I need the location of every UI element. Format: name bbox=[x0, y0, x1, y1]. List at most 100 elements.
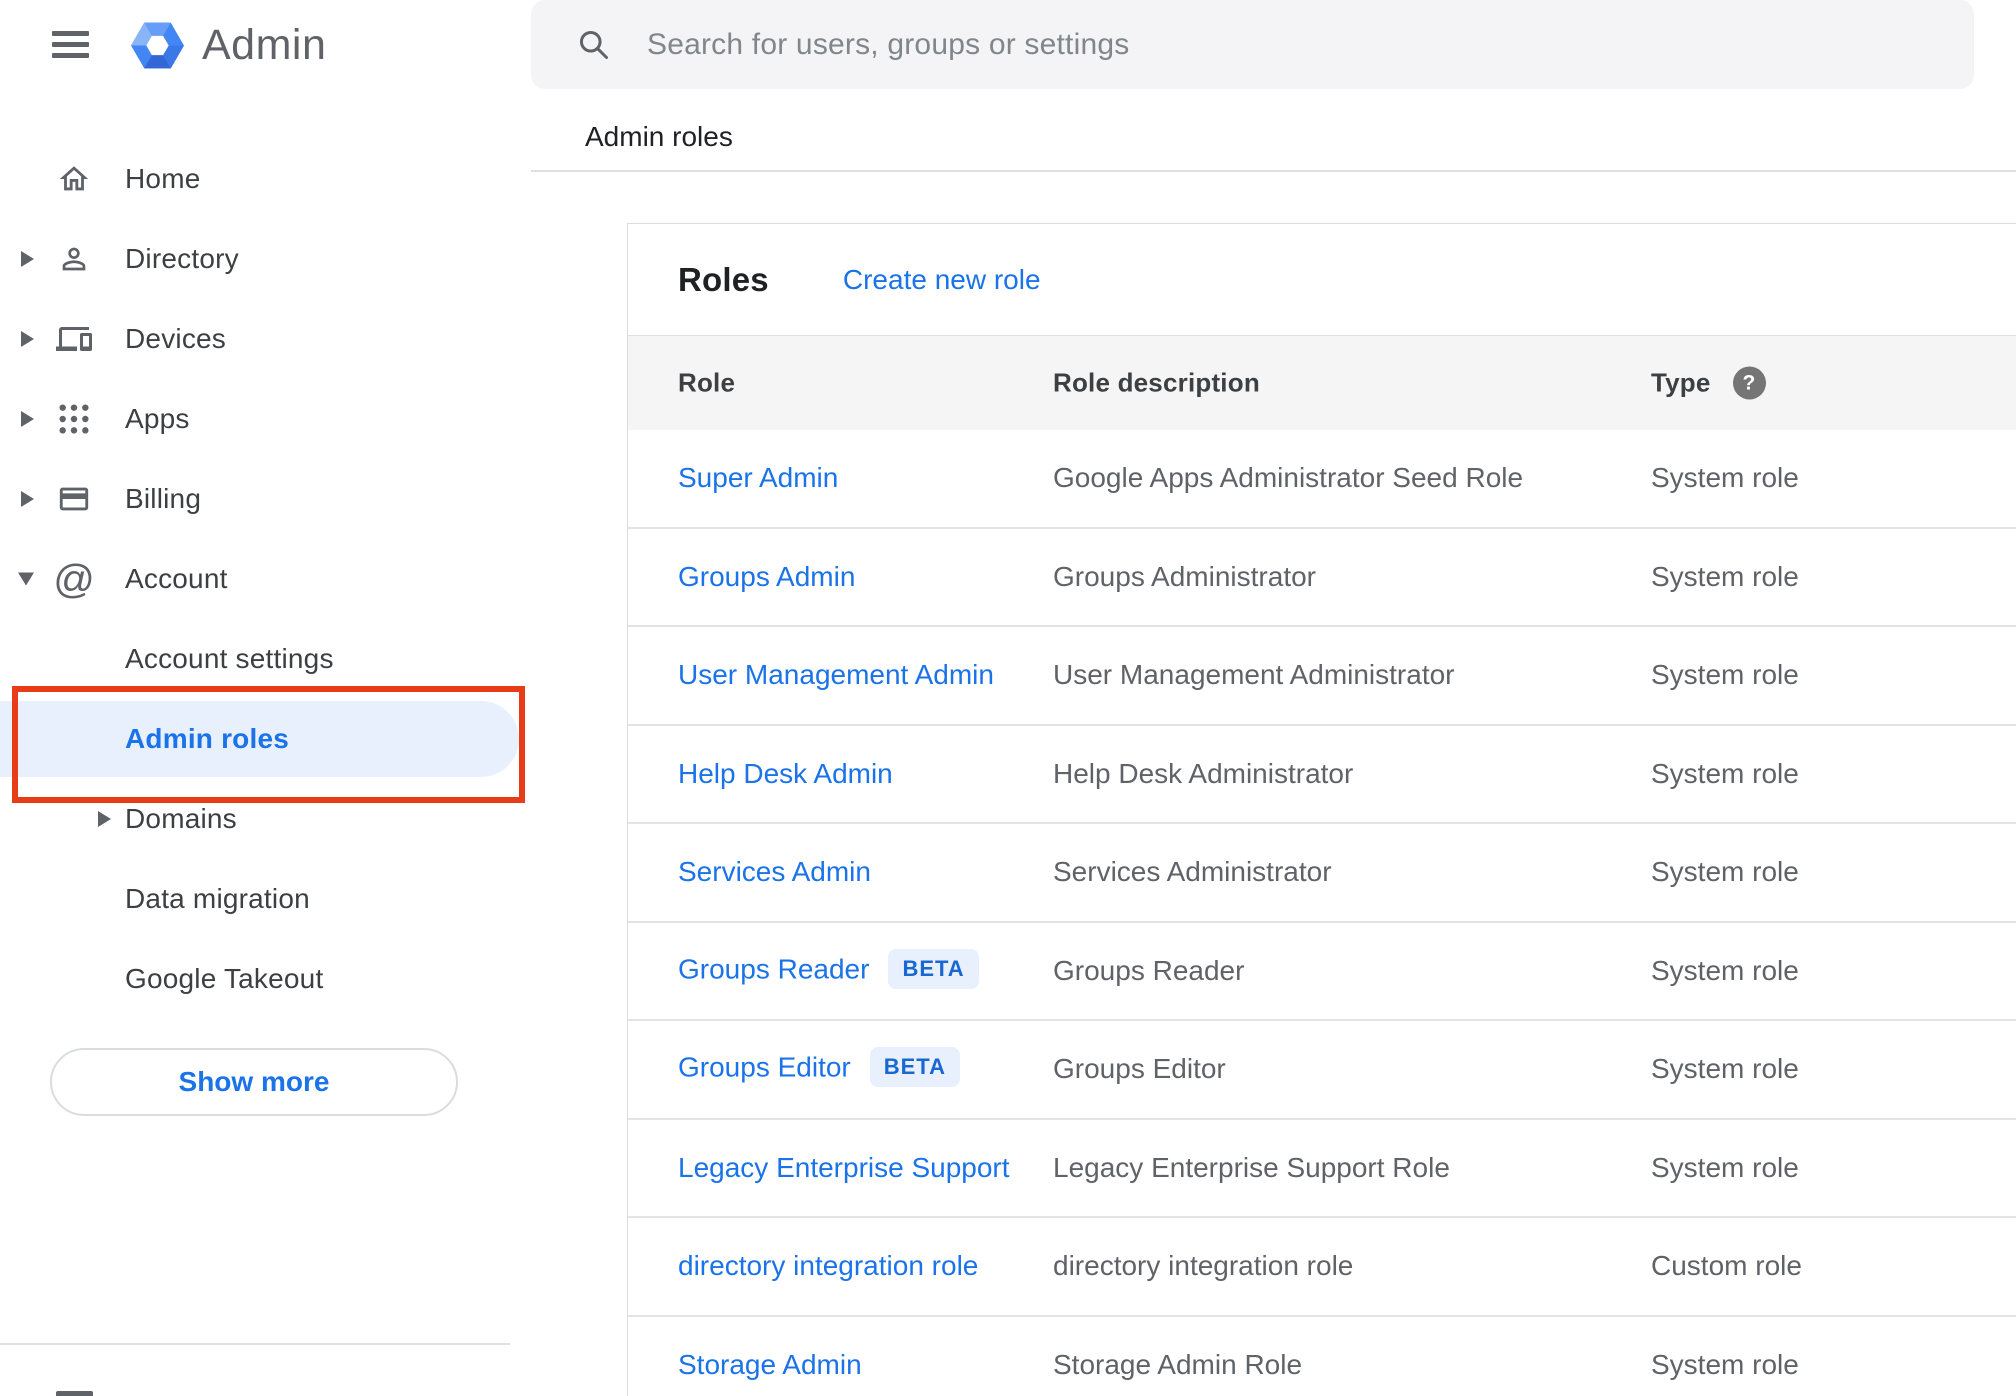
sidebar-item-domains[interactable]: Domains bbox=[0, 779, 531, 859]
main-content: Search for users, groups or settings Adm… bbox=[531, 0, 2016, 1396]
role-description-cell: Google Apps Administrator Seed Role bbox=[1053, 462, 1524, 494]
search-placeholder: Search for users, groups or settings bbox=[647, 28, 1130, 61]
menu-icon[interactable] bbox=[52, 31, 89, 58]
role-description-cell: Groups Editor bbox=[1053, 1053, 1226, 1085]
role-type-cell: System role bbox=[1651, 1151, 1799, 1183]
beta-badge: BETA bbox=[888, 948, 979, 989]
role-cell: Help Desk Admin bbox=[678, 758, 893, 790]
sidebar-item-label: Data migration bbox=[125, 883, 310, 914]
role-description-cell: directory integration role bbox=[1053, 1250, 1354, 1282]
column-header-role: Role bbox=[678, 367, 736, 398]
home-icon bbox=[55, 160, 93, 198]
chevron-right-icon bbox=[21, 251, 34, 267]
role-description-cell: Services Administrator bbox=[1053, 856, 1332, 888]
chevron-down-icon bbox=[18, 572, 34, 586]
sidebar-item-data-migration[interactable]: Data migration bbox=[0, 859, 531, 939]
role-link-groups-admin[interactable]: Groups Admin bbox=[678, 561, 855, 592]
table-row-user-management-admin: User Management Admin User Management Adm… bbox=[628, 627, 2016, 726]
table-row-super-admin: Super Admin Google Apps Administrator See… bbox=[628, 430, 2016, 529]
column-header-type-label: Type bbox=[1651, 367, 1711, 398]
role-type-cell: System role bbox=[1651, 462, 1799, 494]
table-row-groups-admin: Groups Admin Groups Administrator System r… bbox=[628, 529, 2016, 627]
role-link-legacy-enterprise-support[interactable]: Legacy Enterprise Support bbox=[678, 1152, 1010, 1183]
role-type-cell: System role bbox=[1651, 757, 1799, 789]
help-icon[interactable]: ? bbox=[1732, 366, 1766, 400]
roles-table-header: Role Role description Type ? bbox=[628, 335, 2016, 430]
sidebar-item-directory[interactable]: Directory bbox=[0, 219, 531, 299]
role-cell: Super Admin bbox=[678, 462, 838, 494]
role-link-groups-reader[interactable]: Groups Reader bbox=[678, 953, 869, 984]
sidebar-header: Admin bbox=[0, 0, 531, 92]
roles-title: Roles bbox=[678, 260, 769, 298]
role-link-super-admin[interactable]: Super Admin bbox=[678, 462, 838, 493]
table-row-services-admin: Services Admin Services Administrator Syst… bbox=[628, 824, 2016, 923]
sidebar-item-label: Apps bbox=[125, 403, 190, 434]
role-link-services-admin[interactable]: Services Admin bbox=[678, 856, 871, 887]
role-cell: Storage Admin bbox=[678, 1349, 862, 1381]
role-cell: Groups Editor BETA bbox=[678, 1047, 961, 1089]
role-type-cell: Custom role bbox=[1651, 1250, 1802, 1282]
role-cell: Services Admin bbox=[678, 856, 871, 888]
role-link-groups-editor[interactable]: Groups Editor bbox=[678, 1052, 851, 1083]
sidebar-item-devices[interactable]: Devices bbox=[0, 299, 531, 379]
chevron-right-icon bbox=[21, 411, 34, 427]
app-title: Admin bbox=[202, 21, 327, 69]
role-description-cell: Legacy Enterprise Support Role bbox=[1053, 1151, 1450, 1183]
sidebar-item-label: Account bbox=[125, 563, 228, 594]
sidebar-divider bbox=[0, 1343, 510, 1345]
show-more-button[interactable]: Show more bbox=[50, 1048, 458, 1116]
role-cell: Legacy Enterprise Support bbox=[678, 1152, 1010, 1184]
sidebar-item-home[interactable]: Home bbox=[0, 139, 531, 219]
sidebar-item-apps[interactable]: Apps bbox=[0, 379, 531, 459]
column-header-type: Type ? bbox=[1651, 366, 1766, 400]
sidebar-item-label: Devices bbox=[125, 323, 226, 354]
sidebar: Admin Home Directory Devices Apps Billing @ Ac… bbox=[0, 0, 531, 1396]
sidebar-item-google-takeout[interactable]: Google Takeout bbox=[0, 939, 531, 1019]
roles-card-header: Roles Create new role bbox=[628, 224, 2016, 335]
table-row-directory-integration-role: directory integration role directory inte… bbox=[628, 1218, 2016, 1317]
role-cell: Groups Admin bbox=[678, 561, 855, 593]
chevron-right-icon bbox=[98, 811, 111, 827]
sidebar-item-label: Admin roles bbox=[125, 723, 290, 754]
beta-badge: BETA bbox=[869, 1047, 961, 1088]
table-row-storage-admin: Storage Admin Storage Admin Role System ro… bbox=[628, 1317, 2016, 1396]
role-type-cell: System role bbox=[1651, 954, 1799, 986]
table-row-legacy-enterprise-support: Legacy Enterprise Support Legacy Enterpri… bbox=[628, 1120, 2016, 1218]
table-row-groups-editor: Groups Editor BETA Groups Editor System rol… bbox=[628, 1021, 2016, 1120]
sidebar-item-account[interactable]: @ Account bbox=[0, 539, 531, 619]
table-row-help-desk-admin: Help Desk Admin Help Desk Administrator Sy… bbox=[628, 726, 2016, 824]
role-link-help-desk-admin[interactable]: Help Desk Admin bbox=[678, 758, 893, 789]
role-link-user-management-admin[interactable]: User Management Admin bbox=[678, 659, 994, 690]
role-cell: directory integration role bbox=[678, 1250, 978, 1282]
search-input[interactable]: Search for users, groups or settings bbox=[531, 0, 1974, 89]
roles-table-body: Super Admin Google Apps Administrator See… bbox=[628, 430, 2016, 1396]
role-link-storage-admin[interactable]: Storage Admin bbox=[678, 1349, 862, 1380]
role-type-cell: System role bbox=[1651, 856, 1799, 888]
table-row-groups-reader: Groups Reader BETA Groups Reader System rol… bbox=[628, 923, 2016, 1021]
person-icon bbox=[55, 240, 93, 278]
devices-icon bbox=[55, 320, 93, 358]
role-description-cell: Help Desk Administrator bbox=[1053, 757, 1354, 789]
sidebar-item-label: Home bbox=[125, 163, 201, 194]
at-sign-icon: @ bbox=[53, 556, 95, 602]
role-description-cell: Groups Reader bbox=[1053, 954, 1245, 986]
sidebar-item-label: Account settings bbox=[125, 643, 334, 674]
sidebar-nav: Home Directory Devices Apps Billing @ Account A… bbox=[0, 139, 531, 1019]
admin-logo-icon bbox=[129, 17, 186, 74]
sidebar-item-label: Domains bbox=[125, 803, 237, 834]
sidebar-item-label: Google Takeout bbox=[125, 963, 324, 994]
breadcrumb: Admin roles bbox=[585, 121, 733, 152]
role-type-cell: System role bbox=[1651, 659, 1799, 691]
role-cell: User Management Admin bbox=[678, 659, 994, 691]
sidebar-item-billing[interactable]: Billing bbox=[0, 459, 531, 539]
roles-card: Roles Create new role Role Role descript… bbox=[627, 223, 2016, 1396]
role-link-directory-integration-role[interactable]: directory integration role bbox=[678, 1250, 978, 1281]
role-description-cell: Storage Admin Role bbox=[1053, 1348, 1303, 1380]
chevron-right-icon bbox=[21, 491, 34, 507]
apps-grid-icon bbox=[55, 400, 93, 438]
credit-card-icon bbox=[55, 480, 93, 518]
sidebar-item-admin-roles[interactable]: Admin roles bbox=[0, 686, 531, 803]
chevron-right-icon bbox=[21, 331, 34, 347]
create-new-role-link[interactable]: Create new role bbox=[843, 264, 1041, 296]
sidebar-item-account-settings[interactable]: Account settings bbox=[0, 619, 531, 699]
